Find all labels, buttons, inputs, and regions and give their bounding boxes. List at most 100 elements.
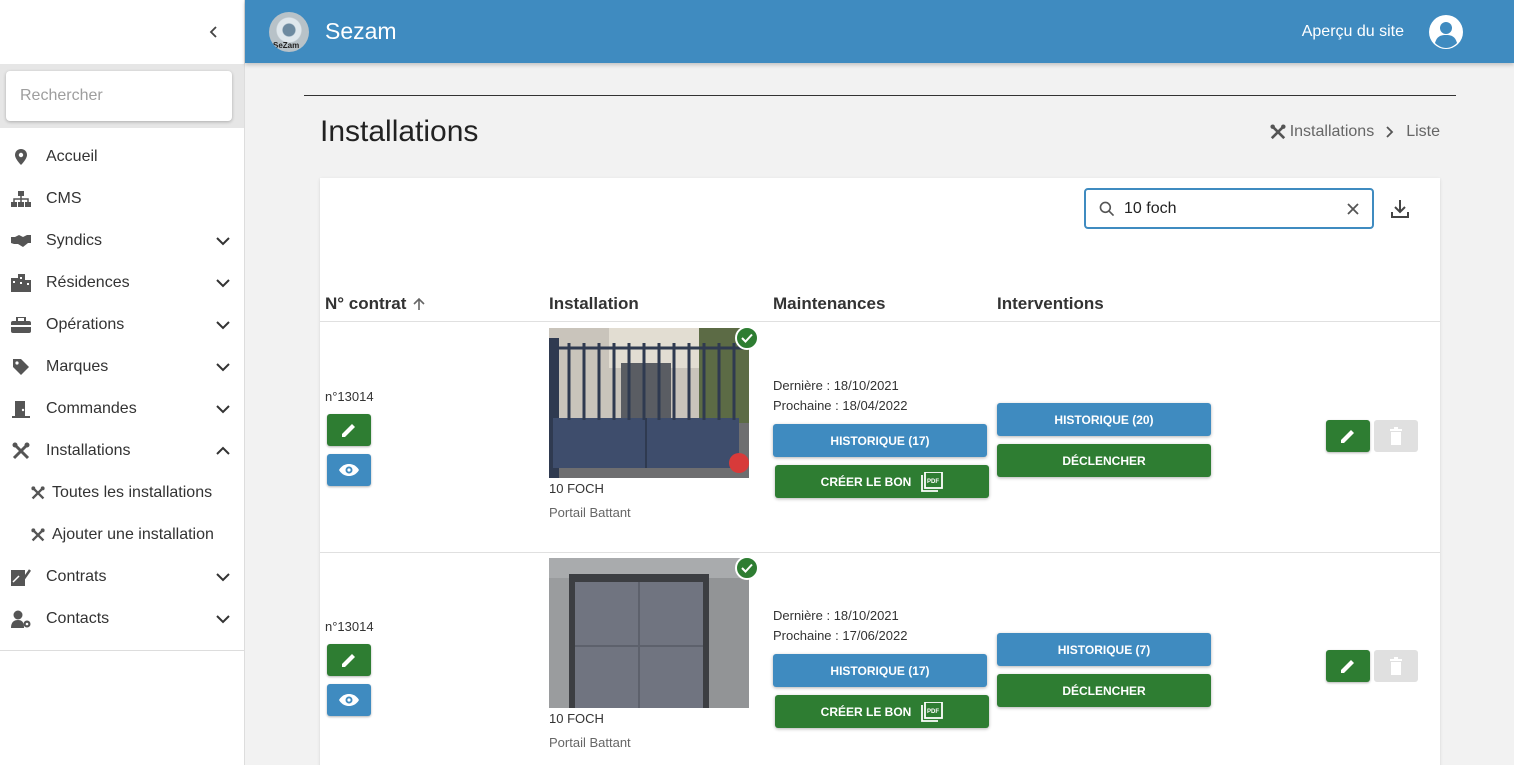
chevron-left-icon (209, 26, 217, 38)
app-logo[interactable]: SeZam (269, 11, 309, 52)
column-header-maintenances: Maintenances (773, 293, 886, 313)
table-search-input[interactable] (1124, 199, 1346, 218)
intervention-history-button[interactable]: HISTORIQUE (7) (997, 633, 1211, 666)
chevron-down-icon (216, 363, 230, 372)
sidebar-item-contacts[interactable]: Contacts (0, 598, 244, 640)
pdf-icon: PDF (921, 471, 944, 492)
sidebar-subitem-label: Ajouter une installation (52, 526, 214, 543)
sidebar-search-input[interactable] (20, 87, 227, 105)
tools-icon (30, 482, 46, 504)
edit-contract-button[interactable] (327, 414, 371, 446)
sidebar-item-label: Opérations (46, 316, 125, 333)
clear-icon[interactable] (1346, 202, 1360, 216)
sidebar-item-label: Commandes (46, 400, 137, 417)
app-title: Sezam (325, 18, 397, 44)
table-header: N° contrat Installation Maintenances Int… (320, 286, 1440, 322)
sidebar-subitem-all-installations[interactable]: Toutes les installations (0, 472, 244, 514)
column-header-contract[interactable]: N° contrat (325, 294, 426, 314)
column-header-interventions: Interventions (997, 293, 1104, 313)
installation-photo[interactable] (549, 326, 759, 478)
maintenance-history-button[interactable]: HISTORIQUE (17) (773, 654, 987, 687)
map-pin-icon (10, 146, 32, 168)
svg-text:PDF: PDF (927, 709, 939, 715)
garage-door-photo (549, 558, 749, 708)
trash-icon (1390, 657, 1402, 675)
maintenance-last: Dernière : 18/10/2021 (773, 608, 899, 623)
delete-installation-button[interactable] (1374, 420, 1418, 452)
installation-photo[interactable] (549, 556, 759, 708)
arrow-up-icon (413, 297, 425, 310)
search-icon (1099, 201, 1115, 216)
main-content: Installations Installations Liste N° con… (304, 95, 1456, 765)
create-bon-button[interactable]: CRÉER LE BON PDF (775, 695, 989, 728)
site-preview-link[interactable]: Aperçu du site (1302, 23, 1404, 41)
tag-icon (10, 356, 32, 378)
delete-installation-button[interactable] (1374, 650, 1418, 682)
sidebar-item-installations[interactable]: Installations (0, 430, 244, 472)
trigger-intervention-button[interactable]: DÉCLENCHER (997, 444, 1211, 477)
sidebar-item-syndics[interactable]: Syndics (0, 220, 244, 262)
sidebar-item-operations[interactable]: Opérations (0, 304, 244, 346)
edit-installation-button[interactable] (1326, 650, 1370, 682)
maintenance-next: Prochaine : 18/04/2022 (773, 398, 908, 413)
collapse-sidebar-button[interactable] (202, 20, 226, 44)
column-header-installation: Installation (549, 293, 639, 313)
installation-name[interactable]: 10 FOCH (549, 711, 604, 726)
contract-icon (10, 566, 32, 588)
view-button[interactable] (327, 454, 371, 486)
breadcrumb-installations[interactable]: Installations (1290, 123, 1375, 141)
breadcrumb-liste: Liste (1406, 123, 1440, 140)
sidebar-item-commandes[interactable]: Commandes (0, 388, 244, 430)
sidebar-item-cms[interactable]: CMS (0, 178, 244, 220)
sidebar-subitem-label: Toutes les installations (52, 484, 213, 501)
gate-photo (549, 328, 749, 478)
chevron-down-icon (216, 321, 230, 330)
intervention-history-button[interactable]: HISTORIQUE (20) (997, 403, 1211, 436)
chevron-right-icon (1386, 126, 1394, 138)
pdf-icon: PDF (921, 701, 944, 722)
sidebar-item-label: Résidences (46, 274, 130, 291)
door-icon (10, 398, 32, 420)
svg-text:PDF: PDF (927, 479, 939, 485)
sidebar-item-label: CMS (46, 190, 82, 207)
table-search (1084, 188, 1374, 229)
sidebar-nav: Accueil CMS Syndics Résidences Opération… (0, 128, 244, 651)
sidebar-item-contrats[interactable]: Contrats (0, 556, 244, 598)
installation-name[interactable]: 10 FOCH (549, 481, 604, 496)
pencil-icon (1341, 430, 1354, 443)
logo-text: SeZam (273, 40, 300, 50)
installations-table-card: N° contrat Installation Maintenances Int… (320, 178, 1440, 765)
pencil-icon (342, 654, 355, 667)
edit-installation-button[interactable] (1326, 420, 1370, 452)
tools-icon (1270, 124, 1286, 140)
maintenance-last: Dernière : 18/10/2021 (773, 378, 899, 393)
sidebar-item-residences[interactable]: Résidences (0, 262, 244, 304)
view-button[interactable] (327, 684, 371, 716)
trigger-intervention-button[interactable]: DÉCLENCHER (997, 674, 1211, 707)
download-icon[interactable] (1388, 197, 1412, 221)
sidebar-search (6, 71, 232, 121)
sidebar-item-label: Marques (46, 358, 109, 375)
chevron-down-icon (216, 405, 230, 414)
sidebar-item-marques[interactable]: Marques (0, 346, 244, 388)
building-icon (10, 272, 32, 294)
create-bon-button[interactable]: CRÉER LE BON PDF (775, 465, 989, 498)
maintenance-next: Prochaine : 17/06/2022 (773, 628, 908, 643)
column-header-label: N° contrat (325, 293, 407, 313)
account-circle-icon[interactable] (1428, 14, 1464, 50)
maintenance-history-button[interactable]: HISTORIQUE (17) (773, 424, 987, 457)
check-circle-icon (735, 326, 759, 350)
edit-contract-button[interactable] (327, 644, 371, 676)
eye-icon (339, 464, 359, 476)
breadcrumb: Installations Liste (1270, 123, 1440, 141)
sidebar-item-label: Syndics (46, 232, 103, 249)
chevron-up-icon (216, 446, 230, 455)
sidebar-top (0, 0, 244, 64)
sidebar-subitem-add-installation[interactable]: Ajouter une installation (0, 514, 244, 556)
tools-icon (30, 524, 46, 546)
sidebar-item-accueil[interactable]: Accueil (0, 136, 244, 178)
pencil-icon (342, 424, 355, 437)
chevron-down-icon (216, 573, 230, 582)
table-row: n°13014 10 FOCH Portail Battant Dernière… (320, 323, 1440, 553)
create-bon-label: CRÉER LE BON (820, 474, 912, 489)
